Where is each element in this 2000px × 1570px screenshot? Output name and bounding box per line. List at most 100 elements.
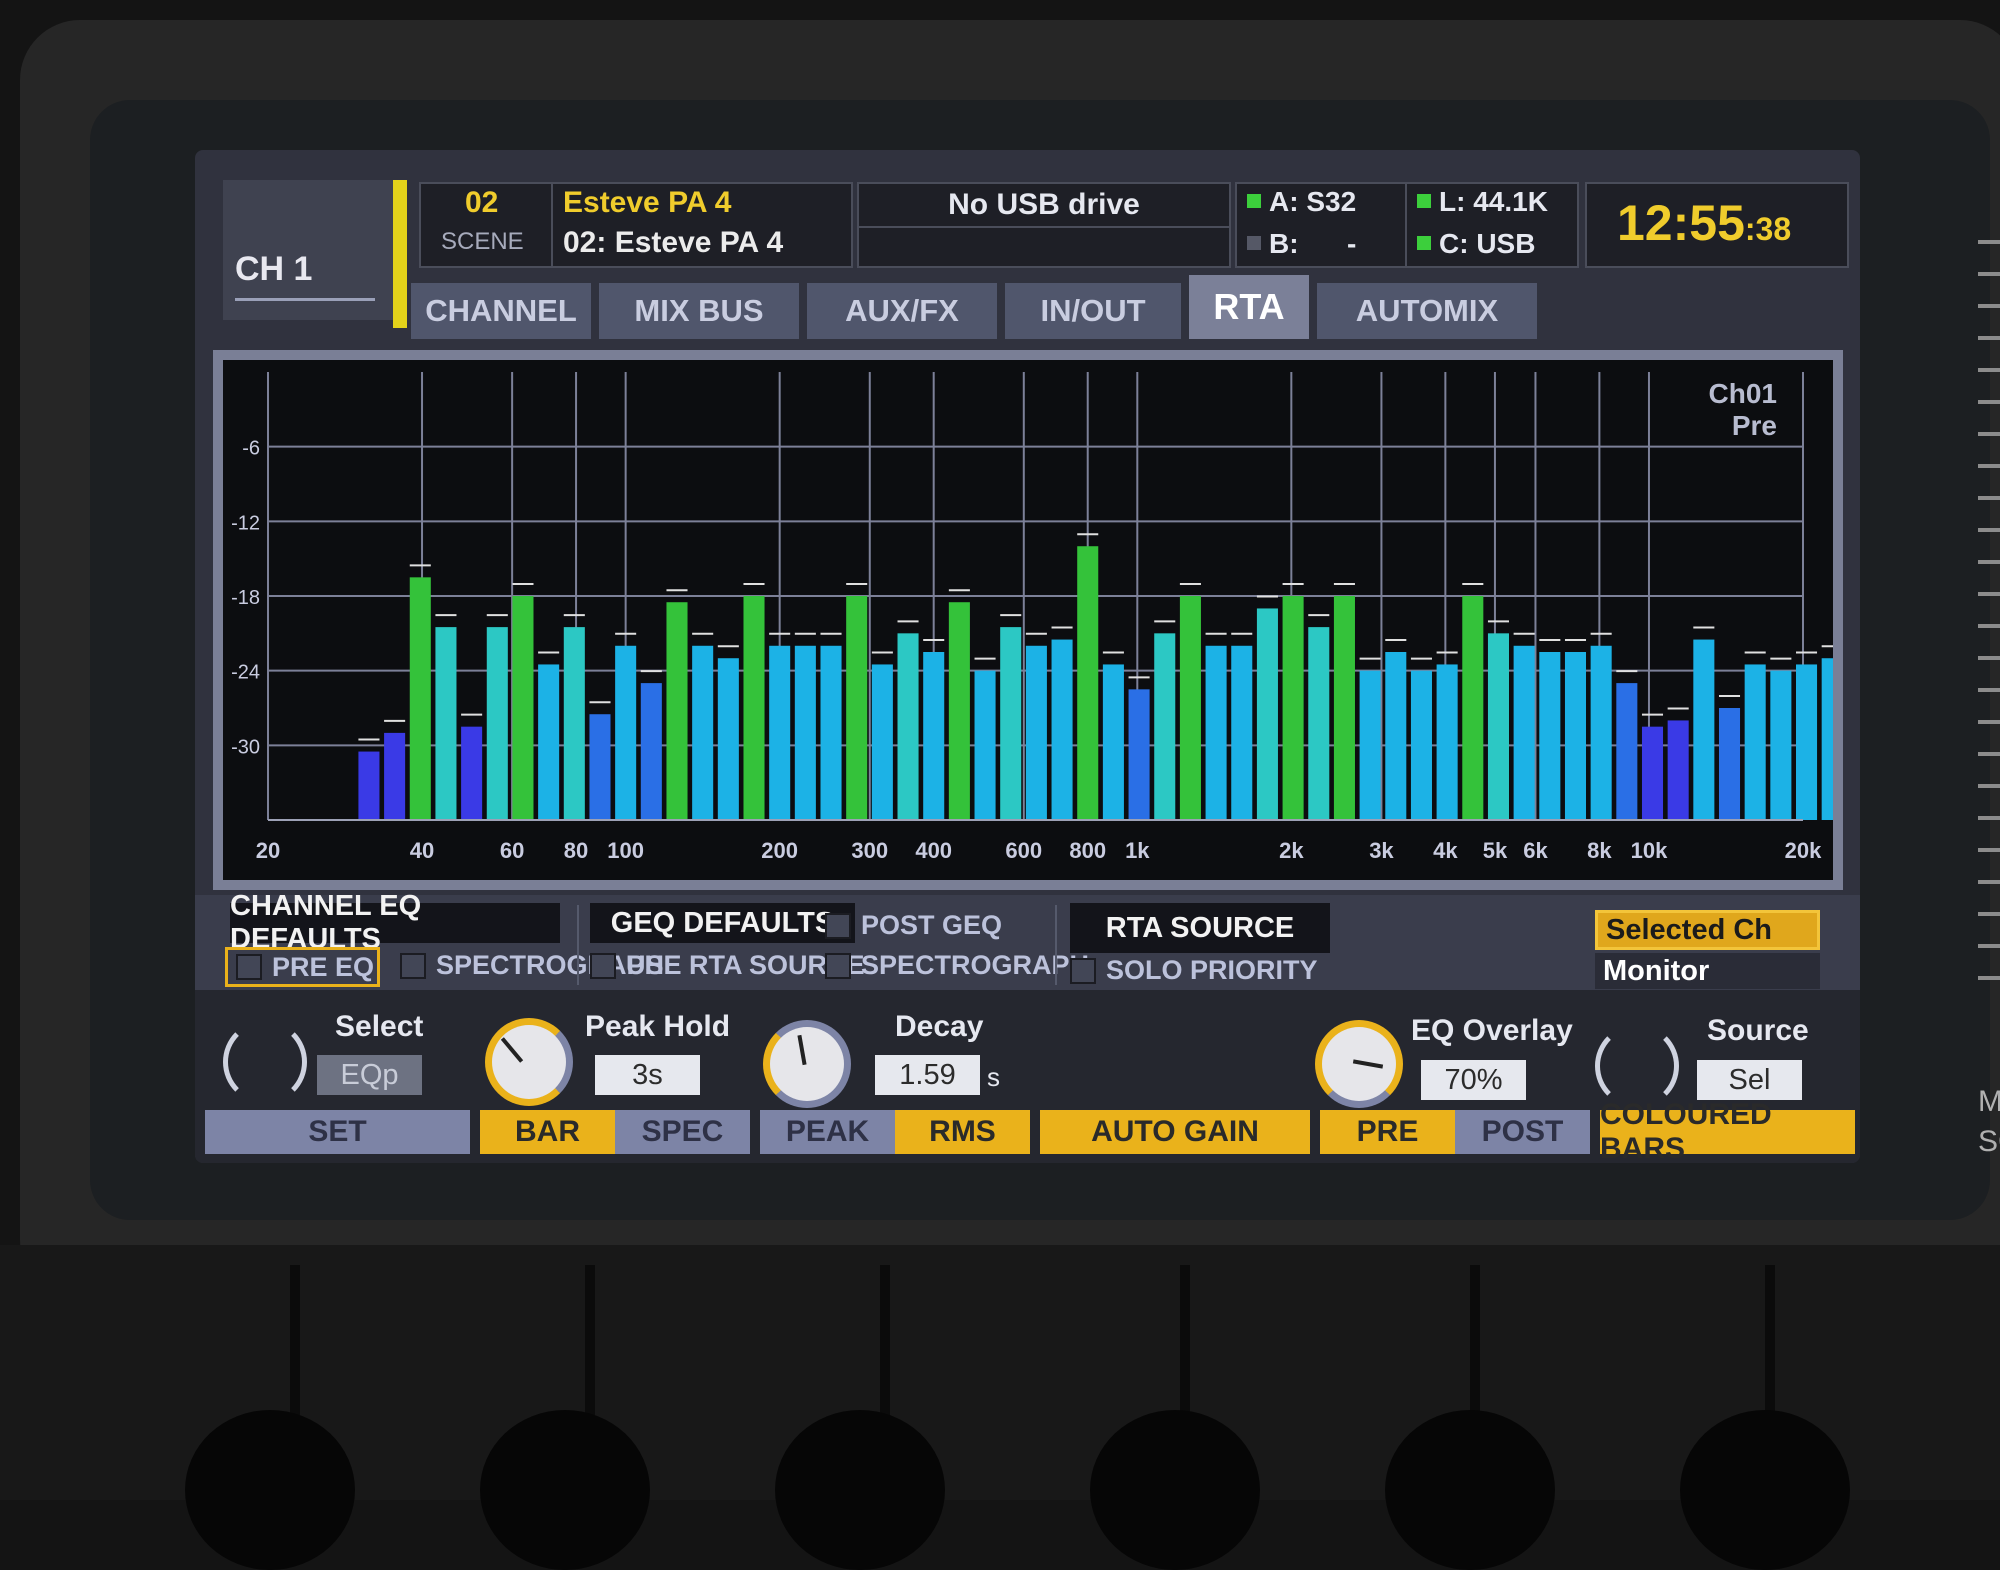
side-label-m: M xyxy=(1978,1085,2000,1118)
eq-overlay-label: EQ Overlay xyxy=(1411,1014,1573,1047)
post-geq-checkbox[interactable]: POST GEQ xyxy=(825,910,1002,941)
x-tick-label: 60 xyxy=(500,838,524,863)
source-selected-ch[interactable]: Selected Ch xyxy=(1595,910,1820,950)
y-tick-label: -18 xyxy=(231,587,260,609)
rta-bar xyxy=(820,645,842,820)
rta-source-label: Ch01 Pre xyxy=(1709,378,1777,442)
rta-graph-frame: -6 -12 -18 -24 -30 20 40 60 80 100 200 300 400 600 800… xyxy=(213,350,1860,890)
rta-bar xyxy=(1744,664,1766,820)
scene-number: 02 xyxy=(465,186,499,219)
post-button[interactable]: POST xyxy=(1455,1110,1590,1154)
spec-button[interactable]: SPEC xyxy=(615,1110,750,1154)
port-a: A: S32 xyxy=(1269,186,1357,217)
spectrograph-box xyxy=(400,952,426,979)
tab-channel[interactable]: CHANNEL xyxy=(411,283,591,339)
x-tick-label: 80 xyxy=(564,838,588,863)
rta-bar xyxy=(717,658,739,820)
rta-bar xyxy=(1410,670,1432,820)
rta-bar xyxy=(1205,645,1227,820)
options-divider xyxy=(1055,905,1057,985)
rta-bar xyxy=(769,645,791,820)
rta-bar xyxy=(1487,633,1509,820)
source-value[interactable]: Sel xyxy=(1697,1060,1802,1100)
rta-bar xyxy=(1718,708,1741,820)
scene-box[interactable]: 02 SCENE Esteve PA 4 02: Esteve PA 4 xyxy=(419,182,853,268)
rotary-encoder-5[interactable] xyxy=(1385,1410,1555,1570)
y-tick-label: -30 xyxy=(231,736,260,758)
rta-bar xyxy=(486,627,508,820)
auto-gain-button[interactable]: AUTO GAIN xyxy=(1040,1110,1310,1154)
rta-bar xyxy=(871,664,893,820)
select-value[interactable]: EQp xyxy=(317,1055,422,1095)
rta-graph: -6 -12 -18 -24 -30 20 40 60 80 100 200 300 400 600 800… xyxy=(223,360,1860,880)
peak-hold-pointer xyxy=(500,1037,524,1063)
rta-bar xyxy=(1616,683,1638,820)
clock-box: 12:55:38 xyxy=(1585,182,1849,268)
rotary-encoder-2[interactable] xyxy=(480,1410,650,1570)
pre-eq-label: PRE EQ xyxy=(272,951,375,982)
usb-status-box[interactable]: No USB drive xyxy=(857,182,1231,268)
select-refresh-icon[interactable] xyxy=(223,1020,307,1104)
rta-bar xyxy=(846,596,868,820)
eq-overlay-dial[interactable] xyxy=(1315,1020,1403,1108)
rotary-encoder-1[interactable] xyxy=(185,1410,355,1570)
eq-overlay-value[interactable]: 70% xyxy=(1421,1060,1526,1100)
rta-bar xyxy=(974,670,996,820)
y-tick-label: -12 xyxy=(231,512,260,534)
scene-full-name: 02: Esteve PA 4 xyxy=(563,226,784,259)
sample-rate: L: 44.1K xyxy=(1439,186,1548,217)
use-rta-source-checkbox[interactable]: USE RTA SOURCE xyxy=(590,950,865,981)
decay-pointer xyxy=(797,1034,807,1066)
pre-button[interactable]: PRE xyxy=(1320,1110,1455,1154)
pre-eq-checkbox[interactable]: PRE EQ xyxy=(225,947,380,987)
clock-time: 12:55 xyxy=(1617,195,1745,251)
source-refresh-icon[interactable] xyxy=(1595,1024,1679,1108)
set-button[interactable]: SET xyxy=(205,1110,470,1154)
x-tick-label: 40 xyxy=(410,838,434,863)
x-tick-label: 5k xyxy=(1483,838,1508,863)
decay-dial[interactable] xyxy=(763,1020,851,1108)
geq-spectrograph-checkbox[interactable]: SPECTROGRAPH xyxy=(825,950,1089,981)
rotary-encoder-4[interactable] xyxy=(1090,1410,1260,1570)
peak-hold-dial[interactable] xyxy=(485,1018,573,1106)
decay-value[interactable]: 1.59 xyxy=(875,1055,980,1095)
tab-automix[interactable]: AUTOMIX xyxy=(1317,283,1537,339)
tab-in-out[interactable]: IN/OUT xyxy=(1005,283,1181,339)
rms-button[interactable]: RMS xyxy=(895,1110,1030,1154)
channel-box[interactable]: CH 1 xyxy=(223,180,393,320)
pre-eq-box xyxy=(236,954,262,980)
sample-rate-led xyxy=(1417,194,1431,208)
rta-bar xyxy=(1179,596,1201,820)
rta-bar xyxy=(897,633,919,820)
select-label: Select xyxy=(335,1010,424,1043)
x-tick-label: 8k xyxy=(1587,838,1612,863)
x-tick-label: 400 xyxy=(915,838,952,863)
geq-spectrograph-box xyxy=(825,952,851,979)
rta-bar xyxy=(409,577,431,820)
rta-bar xyxy=(1513,645,1535,820)
usb-status: No USB drive xyxy=(948,188,1140,221)
rta-bar xyxy=(794,645,816,820)
rta-source-line2: Pre xyxy=(1731,410,1777,441)
scene-label: SCENE xyxy=(441,228,524,255)
tab-rta[interactable]: RTA xyxy=(1189,275,1309,339)
bar-button[interactable]: BAR xyxy=(480,1110,615,1154)
rta-bar xyxy=(666,602,688,820)
rta-bar xyxy=(743,596,765,820)
peak-hold-value[interactable]: 3s xyxy=(595,1055,700,1095)
solo-priority-checkbox[interactable]: SOLO PRIORITY xyxy=(1070,955,1318,986)
tab-mix-bus[interactable]: MIX BUS xyxy=(599,283,799,339)
use-rta-source-box xyxy=(590,952,616,979)
usb-divider xyxy=(859,226,1229,228)
rotary-encoder-6[interactable] xyxy=(1680,1410,1850,1570)
peak-button[interactable]: PEAK xyxy=(760,1110,895,1154)
x-tick-label: 3k xyxy=(1369,838,1394,863)
tab-aux-fx[interactable]: AUX/FX xyxy=(807,283,997,339)
io-status-box[interactable]: A: S32 B: - L: 44.1K C: USB xyxy=(1235,182,1579,268)
rotary-encoder-3[interactable] xyxy=(775,1410,945,1570)
rta-chart[interactable]: -6 -12 -18 -24 -30 20 40 60 80 100 200 300 400 600 800… xyxy=(223,360,1860,880)
source-monitor[interactable]: Monitor xyxy=(1595,953,1820,989)
coloured-bars-button[interactable]: COLOURED BARS xyxy=(1600,1098,1855,1163)
port-a-led xyxy=(1247,194,1261,208)
rta-source-line1: Ch01 xyxy=(1708,378,1777,409)
